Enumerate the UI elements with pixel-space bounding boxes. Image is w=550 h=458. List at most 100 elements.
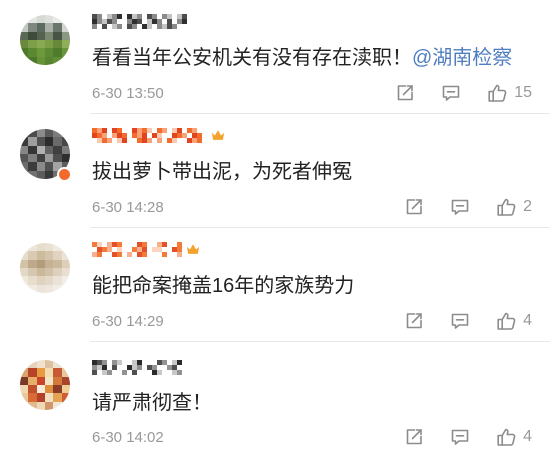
username-pixelated[interactable] (92, 14, 187, 29)
avatar-image[interactable] (20, 360, 70, 410)
avatar-tile (20, 170, 29, 179)
mention-link[interactable]: @湖南检察 (412, 47, 512, 69)
avatar[interactable] (20, 15, 70, 65)
avatar-tile (53, 145, 62, 154)
avatar-image[interactable] (20, 243, 70, 293)
avatar-tile (28, 401, 37, 410)
comment-button[interactable] (450, 311, 470, 331)
comment-time: 6-30 14:28 (92, 198, 164, 216)
comment-icon (451, 313, 469, 329)
avatar-tile (20, 276, 29, 285)
avatar-tile (61, 368, 70, 377)
avatar-tile (20, 360, 29, 369)
avatar-tile (20, 137, 29, 146)
avatar-tile (53, 276, 62, 285)
avatar-tile (61, 284, 70, 293)
comment-body: 看看当年公安机关有没有存在渎职！ (92, 47, 412, 69)
comment-text: 请严肃彻查！ (92, 389, 212, 417)
avatar-tile (44, 15, 54, 24)
avatar-tile (36, 48, 45, 57)
avatar-tile (20, 31, 29, 40)
avatar-tile (61, 137, 70, 146)
comment-meta: 6-30 13:50 15 (92, 82, 532, 104)
avatar-tile (61, 384, 70, 394)
avatar-tile (20, 368, 29, 377)
avatar-tile (44, 243, 54, 252)
like-button[interactable]: 15 (487, 83, 532, 103)
avatar-tile (28, 56, 37, 65)
avatar-tile (36, 145, 45, 154)
avatar-tile (44, 267, 54, 277)
avatar-tile (36, 170, 45, 179)
username-mosaic (92, 14, 187, 29)
like-button[interactable]: 4 (496, 427, 532, 447)
avatar-tile (53, 267, 62, 277)
comment-meta: 6-30 14:02 4 (92, 426, 532, 448)
avatar-tile (61, 15, 70, 24)
username-pixelated[interactable] (92, 360, 187, 375)
avatar-tile (36, 137, 45, 146)
avatar-tile (61, 393, 70, 402)
avatar[interactable] (20, 360, 70, 410)
avatar-tile (44, 276, 54, 285)
avatar-image[interactable] (20, 15, 70, 65)
avatar-tile (44, 39, 54, 49)
avatar-tile (53, 384, 62, 394)
avatar-tile (28, 170, 37, 179)
avatar-tile (36, 284, 45, 293)
avatar-tile (61, 48, 70, 57)
avatar-tile (28, 376, 37, 385)
avatar-tile (53, 259, 62, 268)
avatar-tile (53, 48, 62, 57)
like-button[interactable]: 2 (496, 197, 532, 217)
forward-button[interactable] (404, 427, 424, 447)
avatar-tile (28, 267, 37, 277)
avatar-tile (44, 145, 54, 154)
avatar-tile (20, 153, 29, 163)
avatar-tile (20, 39, 29, 49)
avatar-tile (36, 267, 45, 277)
avatar-tile (36, 23, 45, 32)
avatar-tile (61, 39, 70, 49)
avatar-tile (61, 360, 70, 369)
like-button[interactable]: 4 (496, 311, 532, 331)
avatar-tile (61, 243, 70, 252)
username-pixelated[interactable] (92, 242, 200, 257)
username-mosaic-cell (182, 370, 187, 375)
avatar-tile (53, 243, 62, 252)
username-mosaic (92, 360, 187, 375)
forward-icon (397, 85, 414, 101)
avatar-tile (20, 56, 29, 65)
avatar-tile (20, 162, 29, 171)
username-mosaic-cell (202, 138, 207, 143)
comment-button[interactable] (450, 427, 470, 447)
avatar-tile (28, 284, 37, 293)
avatar-tile (28, 368, 37, 377)
like-count: 4 (523, 428, 532, 445)
avatar-tile (44, 259, 54, 268)
avatar[interactable] (20, 129, 72, 182)
comment-button[interactable] (441, 83, 461, 103)
comment-button[interactable] (450, 197, 470, 217)
avatar-tile (20, 15, 29, 24)
avatar[interactable] (20, 243, 70, 293)
forward-button[interactable] (395, 83, 415, 103)
avatar-tile (53, 284, 62, 293)
comment-time: 6-30 14:02 (92, 428, 164, 446)
avatar-tile (53, 129, 62, 138)
avatar-tile (61, 56, 70, 65)
username-mosaic (92, 242, 182, 257)
avatar-tile (44, 170, 54, 179)
avatar-tile (53, 393, 62, 402)
forward-button[interactable] (404, 197, 424, 217)
avatar-tile (44, 360, 54, 369)
avatar-tile (36, 401, 45, 410)
comment-text: 看看当年公安机关有没有存在渎职！@湖南检察 (92, 44, 512, 72)
avatar-tile (44, 56, 54, 65)
like-count: 2 (523, 198, 532, 215)
avatar-tile (36, 31, 45, 40)
avatar-tile (20, 384, 29, 394)
username-pixelated[interactable] (92, 128, 225, 143)
username-mosaic (92, 128, 207, 143)
forward-button[interactable] (404, 311, 424, 331)
